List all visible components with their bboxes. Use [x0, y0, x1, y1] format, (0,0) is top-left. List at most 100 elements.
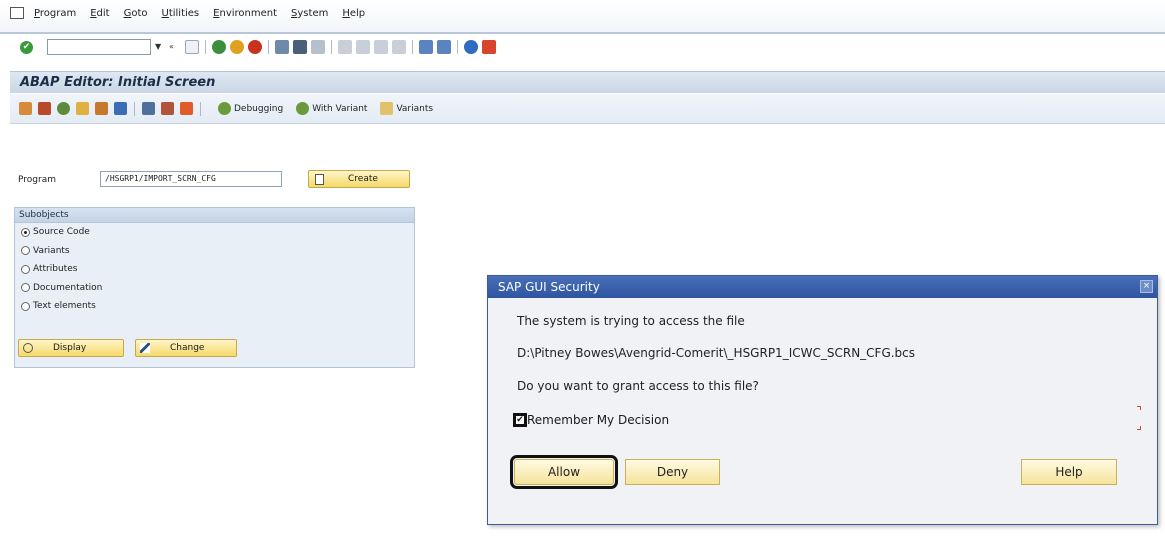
radio-label: Source Code [33, 227, 90, 238]
deny-button[interactable]: Deny [625, 459, 720, 485]
allow-button[interactable]: Allow [510, 455, 618, 489]
activate-icon[interactable] [76, 102, 89, 115]
security-dialog: SAP GUI Security × The system is trying … [487, 275, 1158, 525]
command-dropdown-icon[interactable]: ▼ [155, 41, 165, 53]
debugging-button[interactable]: Debugging [215, 102, 283, 115]
find-next-icon[interactable] [311, 40, 325, 54]
menu-goto[interactable]: Goto [124, 8, 148, 19]
collapse-chevron-icon[interactable]: « [169, 41, 179, 53]
radio-attributes[interactable]: Attributes [15, 260, 414, 279]
display-glasses-icon [23, 343, 33, 353]
document-icon [315, 173, 324, 185]
radio-label: Documentation [33, 282, 103, 293]
delete-icon[interactable] [142, 102, 155, 115]
print-icon[interactable] [275, 40, 289, 54]
debugging-label: Debugging [234, 103, 284, 114]
remember-decision-checkbox[interactable]: ✔ Remember My Decision [513, 413, 670, 427]
back-icon[interactable] [212, 40, 226, 54]
allow-label: Allow [547, 465, 581, 479]
subobjects-group: Subobjects Source Code Variants Attribut… [14, 207, 415, 368]
radio-label: Attributes [33, 264, 78, 275]
program-name-input[interactable]: /HSGRP1/IMPORT_SCRN_CFG [100, 171, 282, 187]
previous-page-icon[interactable] [356, 40, 370, 54]
toolbar-separator [331, 40, 332, 54]
menu-program[interactable]: Program [34, 8, 76, 19]
check-icon[interactable] [57, 102, 70, 115]
radio-button[interactable] [21, 283, 30, 293]
variants-icon [380, 102, 394, 115]
close-icon[interactable]: × [1140, 280, 1153, 293]
menu-edit[interactable]: Edit [90, 8, 109, 19]
radio-variants[interactable]: Variants [15, 242, 414, 261]
dialog-title-bar: SAP GUI Security × [488, 276, 1157, 298]
create-label: Create [348, 174, 378, 184]
menu-help[interactable]: Help [342, 8, 365, 19]
help-icon[interactable] [464, 40, 478, 54]
find-icon[interactable] [293, 40, 307, 54]
toolbar-separator [268, 40, 269, 54]
radio-button[interactable] [21, 264, 30, 274]
toolbar-separator [205, 40, 206, 54]
screen-title-bar: ABAP Editor: Initial Screen [10, 71, 1165, 93]
application-toolbar: Debugging With Variant Variants [10, 94, 1165, 124]
display-label: Display [53, 343, 87, 353]
debug-icon [218, 102, 231, 115]
help-label: Help [1055, 465, 1083, 479]
radio-documentation[interactable]: Documentation [15, 279, 414, 298]
layout-menu-icon[interactable] [482, 40, 496, 54]
menu-environment[interactable]: Environment [213, 8, 277, 19]
create-button[interactable]: Create [308, 170, 410, 188]
with-variant-button[interactable]: With Variant [293, 102, 367, 115]
with-variant-label: With Variant [312, 103, 368, 114]
change-label: Change [170, 343, 205, 353]
toolbar-separator [134, 101, 135, 116]
checkbox-checked-icon[interactable]: ✔ [513, 413, 527, 427]
execute-with-variant-icon [296, 102, 310, 115]
subobjects-header: Subobjects [15, 208, 414, 223]
radio-label: Text elements [33, 301, 96, 312]
cancel-icon[interactable] [248, 40, 262, 54]
deny-label: Deny [656, 465, 689, 479]
dialog-question: Do you want to grant access to this file… [517, 379, 759, 393]
dialog-file-path: D:\Pitney Bowes\Avengrid-Comerit\_HSGRP1… [517, 346, 916, 360]
enter-check-icon[interactable]: ✔ [20, 40, 33, 54]
variants-label: Variants [396, 103, 434, 114]
radio-source-code[interactable]: Source Code [15, 223, 414, 242]
last-page-icon[interactable] [392, 40, 406, 54]
menu-bar: Program Edit Goto Utilities Environment … [0, 0, 1165, 34]
radio-button[interactable] [21, 301, 30, 311]
toolbar-separator [412, 40, 413, 54]
shortcut-icon[interactable] [437, 40, 451, 54]
next-page-icon[interactable] [374, 40, 388, 54]
remember-label: Remember My Decision [527, 413, 670, 427]
where-used-icon[interactable] [95, 102, 108, 115]
command-field[interactable] [47, 39, 151, 55]
menu-utilities[interactable]: Utilities [162, 8, 200, 19]
exit-icon[interactable] [230, 40, 244, 54]
change-button[interactable]: Change [135, 339, 237, 357]
display-button[interactable]: Display [18, 339, 124, 357]
focus-corner-mark [1137, 406, 1141, 410]
new-session-icon[interactable] [419, 40, 433, 54]
system-toolbar: ✔ ▼ « [0, 36, 1165, 58]
toolbar-separator [457, 40, 458, 54]
radio-label: Variants [33, 245, 70, 256]
focus-corner-mark [1137, 426, 1141, 430]
program-label: Program [18, 175, 56, 185]
radio-text-elements[interactable]: Text elements [15, 297, 414, 316]
copy-icon[interactable] [161, 102, 174, 115]
first-page-icon[interactable] [338, 40, 352, 54]
variants-button[interactable]: Variants [377, 102, 433, 115]
menu-system[interactable]: System [291, 8, 328, 19]
object-list-icon[interactable] [114, 102, 127, 115]
pencil-icon [140, 343, 150, 353]
change-display-icon[interactable] [38, 102, 51, 115]
radio-button[interactable] [21, 246, 30, 256]
radio-button[interactable] [21, 227, 30, 237]
window-icon[interactable] [10, 7, 24, 19]
toolbar-separator [200, 101, 201, 116]
other-object-icon[interactable] [19, 102, 32, 115]
execute-icon[interactable] [180, 102, 193, 115]
help-button[interactable]: Help [1021, 459, 1117, 485]
save-icon[interactable] [185, 40, 199, 54]
